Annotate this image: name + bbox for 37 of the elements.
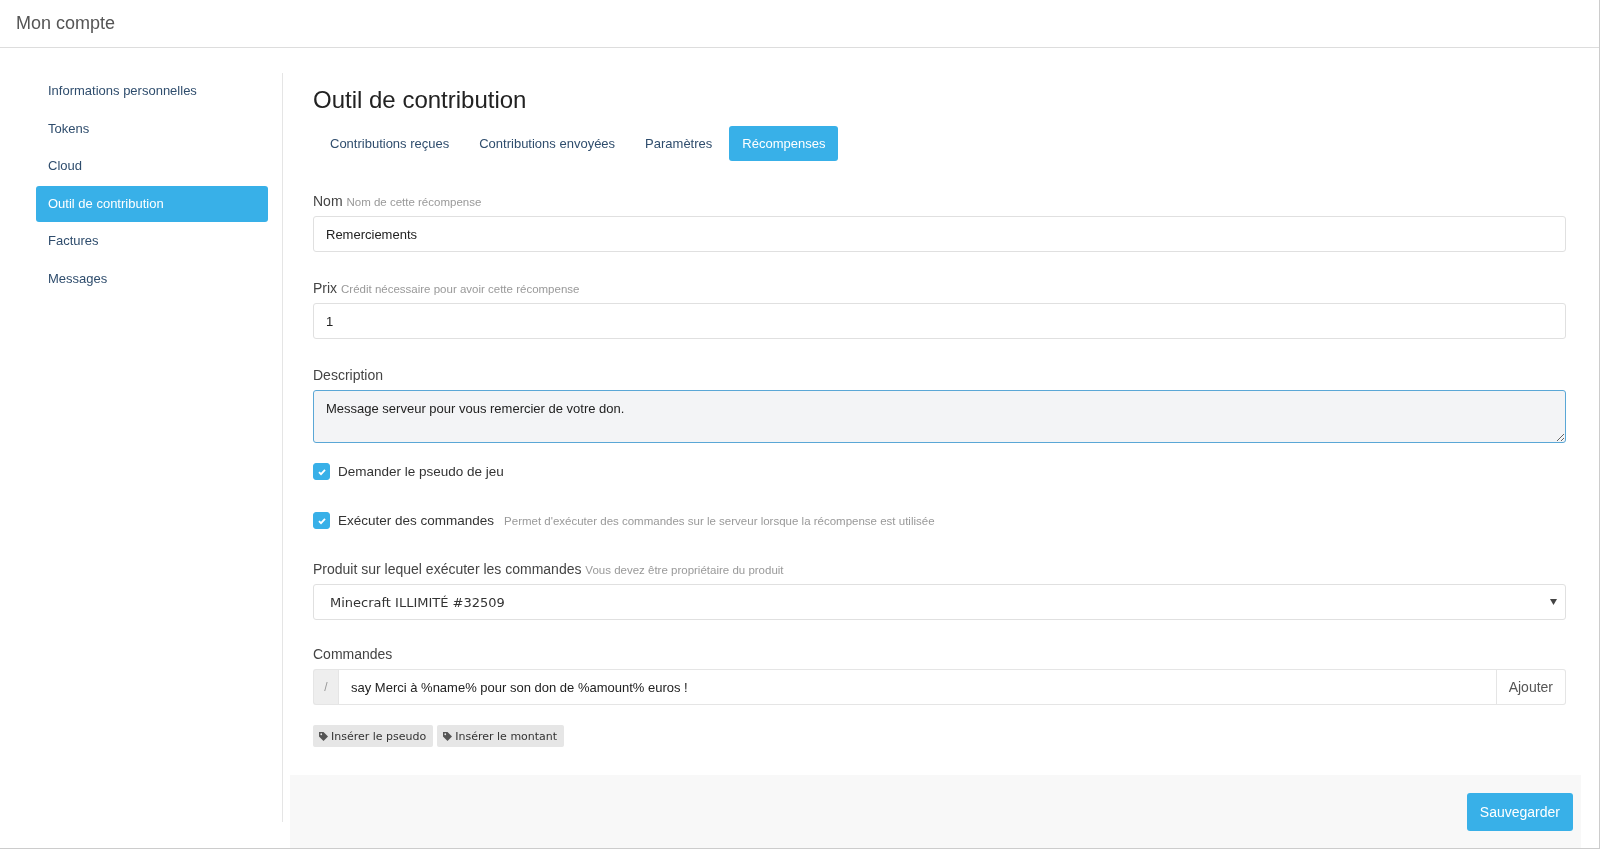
caret-icon xyxy=(1550,599,1557,605)
insert-tag[interactable]: Insérer le montant xyxy=(437,725,565,747)
field-label: Prix xyxy=(313,280,338,296)
text-field[interactable]: Remerciements xyxy=(313,216,1566,252)
field-hint: Nom de cette récompense xyxy=(346,196,482,208)
checkbox-label: Demander le pseudo de jeu xyxy=(338,464,504,479)
field-hint: Crédit nécessaire pour avoir cette récompense xyxy=(341,283,580,295)
section-title: Outil de contribution xyxy=(313,86,528,114)
text-field[interactable]: 1 xyxy=(313,303,1566,339)
product-dropdown[interactable]: Minecraft ILLIMITÉ #32509 xyxy=(313,584,1566,620)
checkbox[interactable] xyxy=(313,512,330,529)
insert-tag[interactable]: Insérer le pseudo xyxy=(313,725,434,747)
command-prefix: / xyxy=(313,669,338,705)
sidebar-item[interactable]: Factures xyxy=(36,223,268,259)
field-label: Commandes xyxy=(313,646,393,662)
tag-icon xyxy=(319,731,328,741)
check-icon xyxy=(316,466,327,477)
field-label: Nom xyxy=(313,193,343,209)
field-label: Description xyxy=(313,367,384,383)
tab[interactable]: Paramètres xyxy=(632,126,726,161)
field-hint: Vous devez être propriétaire du produit xyxy=(585,564,784,576)
add-button[interactable]: Ajouter xyxy=(1496,669,1566,705)
sidebar-item[interactable]: Tokens xyxy=(36,110,268,147)
tab[interactable]: Contributions envoyées xyxy=(466,126,629,161)
sidebar-item[interactable]: Messages xyxy=(36,260,268,297)
checkbox-label: Exécuter des commandes xyxy=(338,513,495,528)
field-hint: Permet d'exécuter des commandes sur le serveur lorsque la récompense est utilisée xyxy=(504,514,935,527)
tag-icon xyxy=(443,731,453,741)
description-field[interactable]: Message serveur pour vous remercier de votre don. xyxy=(313,390,1566,443)
command-field[interactable]: say Merci à %name% pour son don de %amount% euros ! xyxy=(338,669,1497,705)
sidebar-item[interactable]: Informations personnelles xyxy=(36,73,268,109)
sidebar-item[interactable]: Cloud xyxy=(36,148,268,184)
check-icon xyxy=(316,515,327,526)
field-label: Produit sur lequel exécuter les commandes xyxy=(313,561,582,577)
tab[interactable]: Contributions reçues xyxy=(317,126,463,161)
checkbox[interactable] xyxy=(313,463,330,480)
page-title: Mon compte xyxy=(16,13,116,34)
